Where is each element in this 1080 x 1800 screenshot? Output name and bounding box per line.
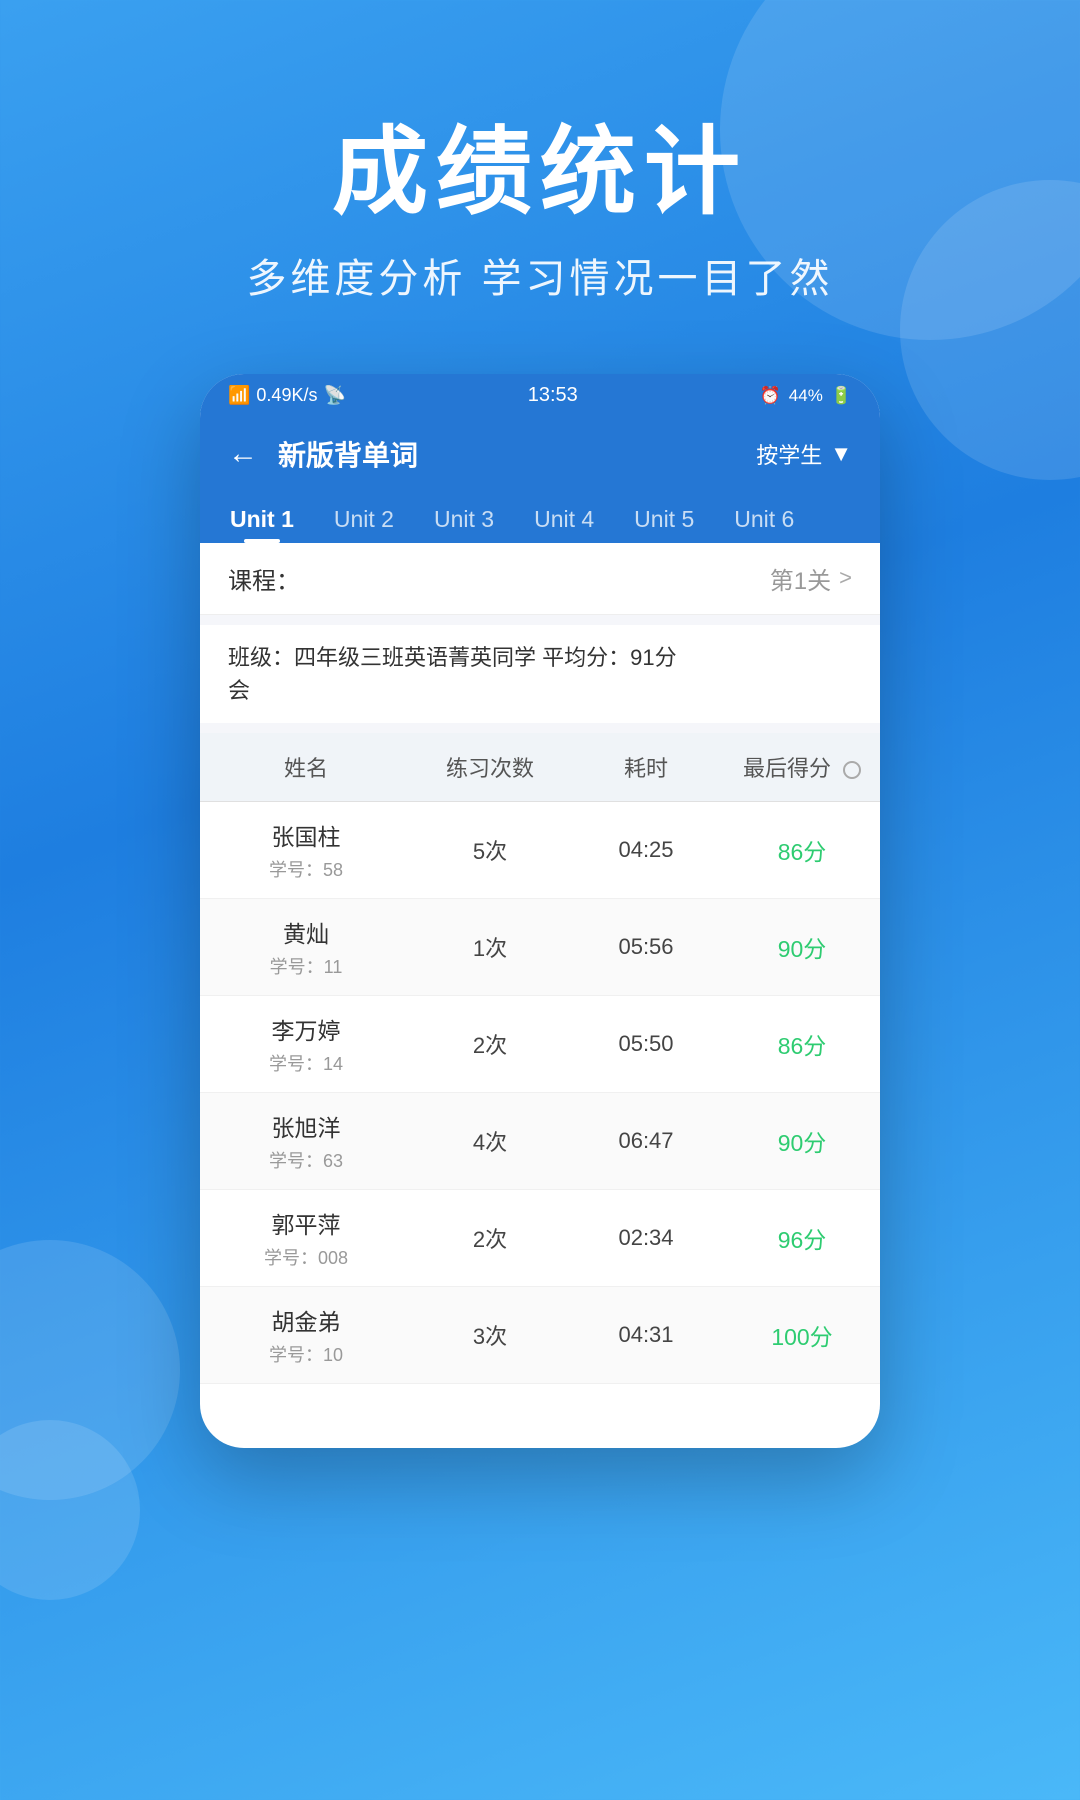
phone-mockup: 📶 0.49K/s 📡 13:53 ⏰ 44% 🔋 ← 新版背单词 按学生 ▼ …: [200, 374, 880, 1448]
table-body: 张国柱 学号：58 5次 04:25 86分 黄灿 学号：11 1次 05:56…: [200, 802, 880, 1384]
content-area: 课程： 第1关 > 班级：四年级三班英语菁英同学 平均分：91分 会 姓名 练习…: [200, 543, 880, 1384]
td-score: 90分: [724, 914, 880, 980]
status-bar: 📶 0.49K/s 📡 13:53 ⏰ 44% 🔋: [200, 374, 880, 418]
alarm-icon: ⏰: [760, 386, 781, 406]
class-info: 班级：四年级三班英语菁英同学 平均分：91分 会: [200, 625, 880, 723]
course-value: 第1关: [770, 561, 831, 596]
td-score: 100分: [724, 1302, 880, 1368]
td-time: 05:56: [568, 918, 724, 976]
table-row[interactable]: 张国柱 学号：58 5次 04:25 86分: [200, 802, 880, 899]
td-time: 05:50: [568, 1015, 724, 1073]
td-name: 张旭洋 学号：63: [200, 1093, 412, 1189]
course-label: 课程：: [228, 561, 770, 596]
header-title: 新版背单词: [278, 434, 756, 474]
student-id: 学号：10: [269, 1341, 343, 1367]
td-name: 张国柱 学号：58: [200, 802, 412, 898]
student-id: 学号：63: [269, 1147, 343, 1173]
signal-speed: 0.49K/s: [256, 385, 317, 406]
th-time: 耗时: [568, 733, 724, 801]
back-button[interactable]: ←: [228, 437, 258, 471]
tab-unit4[interactable]: Unit 4: [514, 490, 614, 543]
header-filter[interactable]: 按学生 ▼: [756, 438, 852, 470]
student-name: 张国柱: [272, 818, 341, 852]
table-row[interactable]: 张旭洋 学号：63 4次 06:47 90分: [200, 1093, 880, 1190]
student-name: 胡金弟: [272, 1303, 341, 1337]
td-score: 86分: [724, 817, 880, 883]
td-time: 04:31: [568, 1306, 724, 1364]
td-name: 郭平萍 学号：008: [200, 1190, 412, 1286]
table-row[interactable]: 李万婷 学号：14 2次 05:50 86分: [200, 996, 880, 1093]
tab-bar: Unit 1 Unit 2 Unit 3 Unit 4 Unit 5 Unit …: [200, 490, 880, 543]
battery-percent: 44%: [789, 386, 823, 406]
td-score: 96分: [724, 1205, 880, 1271]
tab-unit5[interactable]: Unit 5: [614, 490, 714, 543]
td-score: 86分: [724, 1011, 880, 1077]
dot-2: [533, 1404, 547, 1418]
dot-3: [561, 1404, 575, 1418]
student-table: 姓名 练习次数 耗时 最后得分 张国柱 学号：58 5次 04:25 86分 黄…: [200, 733, 880, 1384]
status-right: ⏰ 44% 🔋: [760, 386, 852, 406]
status-left: 📶 0.49K/s 📡: [228, 385, 346, 406]
dropdown-icon: ▼: [830, 441, 852, 467]
status-time: 13:53: [528, 384, 578, 407]
battery-icon: 🔋: [831, 386, 852, 406]
app-header: ← 新版背单词 按学生 ▼: [200, 418, 880, 490]
wifi-icon: 📡: [323, 385, 345, 406]
td-count: 2次: [412, 1206, 568, 1270]
tab-unit3[interactable]: Unit 3: [414, 490, 514, 543]
td-count: 2次: [412, 1012, 568, 1076]
class-info-extra: 会: [228, 678, 250, 703]
th-name: 姓名: [200, 733, 412, 801]
td-name: 黄灿 学号：11: [200, 899, 412, 995]
table-row[interactable]: 郭平萍 学号：008 2次 02:34 96分: [200, 1190, 880, 1287]
class-info-text: 班级：四年级三班英语菁英同学 平均分：91分: [228, 645, 677, 670]
th-score: 最后得分: [724, 733, 880, 801]
student-name: 郭平萍: [272, 1206, 341, 1240]
td-count: 5次: [412, 818, 568, 882]
filter-label: 按学生: [756, 438, 822, 470]
td-time: 04:25: [568, 821, 724, 879]
course-row[interactable]: 课程： 第1关 >: [200, 543, 880, 615]
td-name: 李万婷 学号：14: [200, 996, 412, 1092]
td-count: 4次: [412, 1109, 568, 1173]
td-time: 06:47: [568, 1112, 724, 1170]
table-row[interactable]: 胡金弟 学号：10 3次 04:31 100分: [200, 1287, 880, 1384]
td-count: 3次: [412, 1303, 568, 1367]
student-id: 学号：58: [269, 856, 343, 882]
student-id: 学号：11: [270, 953, 343, 979]
signal-icon: 📶: [228, 385, 250, 406]
student-id: 学号：008: [264, 1244, 348, 1270]
dot-1: [505, 1404, 519, 1418]
student-name: 李万婷: [272, 1012, 341, 1046]
main-title: 成绩统计: [0, 120, 1080, 226]
student-id: 学号：14: [269, 1050, 343, 1076]
student-name: 黄灿: [283, 915, 329, 949]
td-time: 02:34: [568, 1209, 724, 1267]
table-header: 姓名 练习次数 耗时 最后得分: [200, 733, 880, 802]
phone-wrapper: 📶 0.49K/s 📡 13:53 ⏰ 44% 🔋 ← 新版背单词 按学生 ▼ …: [0, 344, 1080, 1448]
sub-title: 多维度分析 学习情况一目了然: [0, 246, 1080, 304]
td-count: 1次: [412, 915, 568, 979]
pagination-dots: [200, 1384, 880, 1448]
table-row[interactable]: 黄灿 学号：11 1次 05:56 90分: [200, 899, 880, 996]
td-name: 胡金弟 学号：10: [200, 1287, 412, 1383]
tab-unit2[interactable]: Unit 2: [314, 490, 414, 543]
student-name: 张旭洋: [272, 1109, 341, 1143]
tab-unit6[interactable]: Unit 6: [714, 490, 814, 543]
chevron-right-icon: >: [839, 565, 852, 591]
sort-circle-icon: [843, 761, 861, 779]
td-score: 90分: [724, 1108, 880, 1174]
top-section: 成绩统计 多维度分析 学习情况一目了然: [0, 0, 1080, 344]
th-count: 练习次数: [412, 733, 568, 801]
tab-unit1[interactable]: Unit 1: [210, 490, 314, 543]
